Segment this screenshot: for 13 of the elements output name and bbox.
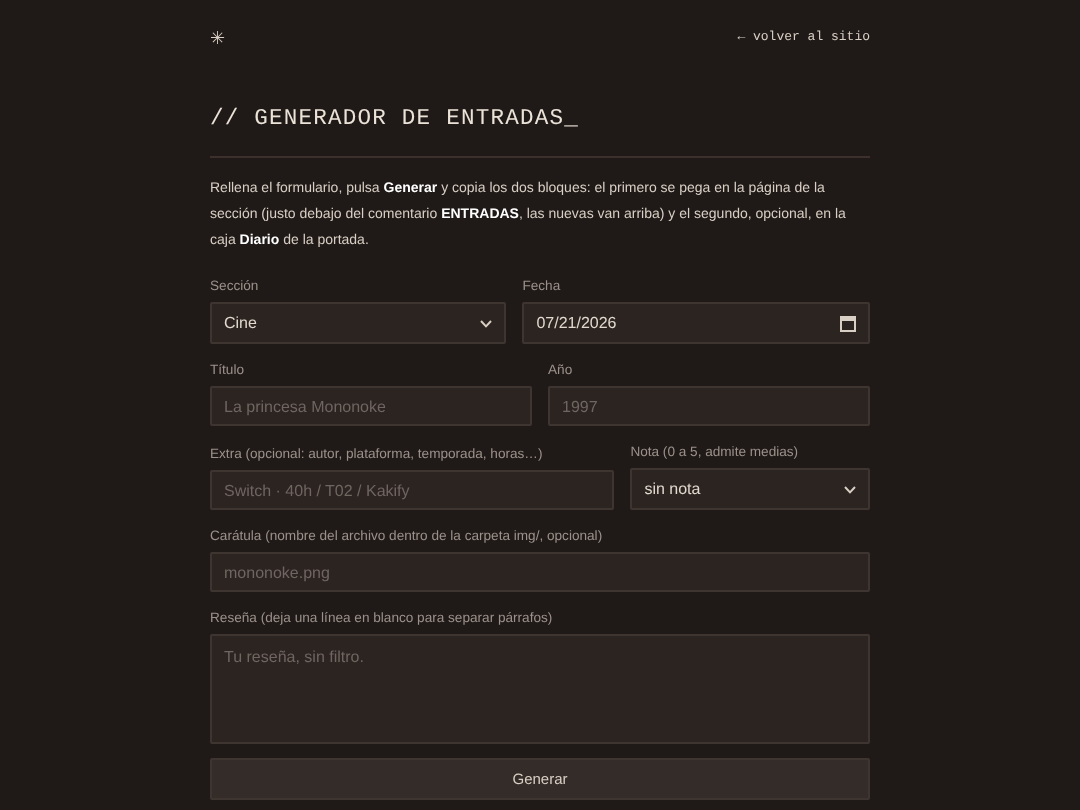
page-title: // GENERADOR DE ENTRADAS_ (210, 105, 581, 136)
textarea-field[interactable]: Tu reseña, sin filtro. (210, 634, 870, 744)
caret-icon (844, 485, 857, 493)
input-field[interactable]: La princesa Mononoke (210, 386, 532, 426)
calendar-icon (840, 315, 856, 331)
select-field[interactable]: Cine (210, 302, 507, 344)
input-field[interactable]: mononoke.png (210, 552, 870, 592)
input-field[interactable]: 1997 (548, 386, 870, 426)
input-field[interactable]: Switch · 40h / T02 / Kakify (210, 470, 615, 510)
logo-icon[interactable]: ✳ (210, 26, 226, 50)
caret-icon (480, 319, 493, 327)
select-field[interactable]: sin nota (630, 468, 871, 510)
date-field[interactable]: 07/21/2026 (522, 302, 870, 344)
